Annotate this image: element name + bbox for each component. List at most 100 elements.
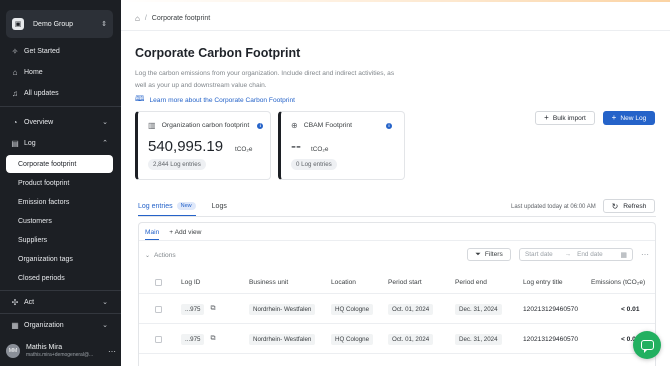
log-id: ...975 — [181, 333, 205, 345]
period-end-chip: Dec. 31, 2024 — [455, 303, 502, 315]
sidebar-item-label: Organization — [24, 321, 64, 329]
learn-more-link[interactable]: 🕮 Learn more about the Corporate Carbon … — [135, 93, 295, 107]
arrow-right-icon: → — [564, 251, 572, 258]
sidebar-subitem-product-footprint[interactable]: Product footprint — [6, 174, 113, 192]
org-switcher[interactable]: ▣ Demo Group ⇕ — [6, 10, 113, 38]
column-header[interactable]: Log entry title — [523, 279, 563, 286]
actions-dropdown[interactable]: ⌄ Actions — [145, 249, 187, 262]
tab-log-entries[interactable]: Log entries New — [138, 202, 196, 210]
card-unit: tCO₂e — [235, 146, 253, 153]
sidebar-item-label: Overview — [24, 118, 54, 126]
chevron-up-icon: ⌃ — [102, 140, 108, 147]
date-range-picker[interactable]: Start date → End date ▦ — [519, 248, 633, 261]
select-all-checkbox[interactable] — [155, 279, 162, 286]
new-badge: New — [176, 202, 196, 210]
filters-button[interactable]: ⏷ Filters — [467, 248, 511, 261]
row-checkbox[interactable] — [155, 335, 162, 343]
bulk-import-button[interactable]: + Bulk import — [535, 111, 595, 125]
sidebar-item-get-started[interactable]: ✧ Get Started — [6, 42, 113, 60]
sidebar-item-organization[interactable]: ▦ Organization ⌄ — [6, 316, 113, 334]
building-icon: ▥ — [148, 121, 156, 130]
copy-icon[interactable]: ⧉ — [210, 305, 215, 313]
card-value: 540,995.19 — [148, 138, 224, 155]
sidebar-item-overview[interactable]: ◔ Overview ⌄ — [6, 113, 113, 131]
globe-icon: ⊕ — [291, 121, 298, 130]
sidebar-item-all-updates[interactable]: ♫ All updates — [6, 84, 113, 102]
column-header[interactable]: Period start — [388, 279, 422, 286]
breadcrumb-current: Corporate footprint — [151, 15, 211, 22]
column-header[interactable]: Period end — [455, 279, 487, 286]
sidebar-item-label: All updates — [24, 89, 59, 97]
add-view-button[interactable]: + Add view — [169, 229, 201, 236]
sidebar-subitem-organization-tags[interactable]: Organization tags — [6, 250, 113, 268]
info-icon[interactable]: i — [386, 122, 393, 129]
end-date-input[interactable]: End date — [577, 251, 603, 258]
period-start-chip: Oct. 01, 2024 — [388, 303, 434, 315]
new-log-button[interactable]: + New Log — [603, 111, 655, 125]
rocket-icon: ✧ — [11, 46, 19, 56]
user-email: mathis.mira+demogeneral@... — [26, 352, 94, 358]
home-icon[interactable]: ⌂ — [135, 14, 140, 23]
more-icon[interactable]: ⋯ — [108, 347, 116, 356]
org-icon: ▦ — [11, 320, 19, 330]
pie-icon: ◔ — [12, 117, 18, 127]
user-name: Mathis Mira — [26, 344, 63, 351]
sidebar-subitem-suppliers[interactable]: Suppliers — [6, 231, 113, 249]
card-badge: 2,844 Log entries — [148, 159, 206, 170]
refresh-icon: ↻ — [611, 201, 619, 211]
tab-divider — [138, 216, 656, 217]
last-updated-text: Last updated today at 06:00 AM — [511, 204, 596, 210]
sidebar-divider — [0, 290, 121, 291]
filter-icon: ⏷ — [475, 250, 481, 258]
card-title: Organization carbon footprint — [161, 122, 250, 129]
chevron-down-icon: ⌄ — [102, 119, 108, 126]
start-date-input[interactable]: Start date — [525, 251, 553, 258]
chevron-down-icon: ⌄ — [102, 322, 108, 329]
header-divider — [121, 30, 670, 31]
view-tab-main[interactable]: Main — [145, 229, 159, 236]
column-header[interactable]: Business unit — [249, 279, 288, 286]
org-name: Demo Group — [33, 20, 74, 28]
sidebar-item-home[interactable]: ⌂ Home — [6, 63, 113, 81]
sidebar-subitem-corporate-footprint[interactable]: Corporate footprint — [6, 155, 113, 173]
refresh-button[interactable]: ↻ Refresh — [603, 199, 655, 213]
more-options-icon[interactable]: ⋯ — [641, 250, 649, 259]
copy-icon[interactable]: ⧉ — [210, 335, 215, 343]
table-row[interactable]: ...975 ⧉ Nordrhein- Westfalen HQ Cologne… — [139, 325, 655, 354]
cbam-footprint-card: ⊕ CBAM Footprint i -- tCO₂e 0 Log entrie… — [278, 111, 405, 180]
user-menu[interactable]: MM Mathis Mira mathis.mira+demogeneral@.… — [6, 340, 116, 362]
info-icon[interactable]: i — [257, 122, 264, 129]
sidebar-divider — [0, 106, 121, 107]
chat-button[interactable] — [633, 331, 661, 359]
location-chip: HQ Cologne — [331, 303, 374, 315]
sidebar-divider — [0, 313, 121, 314]
view-tabs: Main + Add view — [145, 229, 211, 236]
card-badge: 0 Log entries — [291, 159, 337, 170]
page-description: Log the carbon emissions from your organ… — [135, 70, 395, 89]
breadcrumb-separator: / — [144, 15, 147, 22]
page-title: Corporate Carbon Footprint — [135, 46, 301, 60]
column-header[interactable]: Location — [331, 279, 356, 286]
file-icon: ▤ — [11, 138, 19, 148]
card-value: -- — [291, 138, 301, 155]
row-checkbox[interactable] — [155, 305, 162, 313]
sidebar-subitem-closed-periods[interactable]: Closed periods — [6, 269, 113, 287]
sidebar-item-act[interactable]: ✣ Act ⌄ — [6, 293, 113, 311]
building-icon: ▣ — [12, 18, 24, 30]
location-chip: HQ Cologne — [331, 333, 374, 345]
plus-icon: + — [544, 113, 549, 122]
sidebar-item-log[interactable]: ▤ Log ⌃ — [6, 134, 113, 152]
tab-bar: Log entries New Logs — [138, 202, 241, 210]
column-header[interactable]: Log ID — [181, 279, 200, 286]
calendar-icon: ▦ — [620, 251, 627, 259]
sidebar-subitem-customers[interactable]: Customers — [6, 212, 113, 230]
log-entry-title: 120213129460570 — [523, 305, 579, 313]
table-row[interactable]: ...975 ⧉ Nordrhein- Westfalen HQ Cologne… — [139, 295, 655, 324]
sidebar-subitem-emission-factors[interactable]: Emission factors — [6, 193, 113, 211]
tab-logs[interactable]: Logs — [212, 203, 227, 210]
chevron-down-icon: ⌄ — [145, 253, 151, 259]
table-header: Log ID Business unit Location Period sta… — [139, 272, 655, 294]
column-header[interactable]: Emissions (tCO₂e) — [591, 279, 645, 286]
sidebar-item-label: Act — [24, 298, 35, 306]
card-title: CBAM Footprint — [303, 122, 353, 129]
